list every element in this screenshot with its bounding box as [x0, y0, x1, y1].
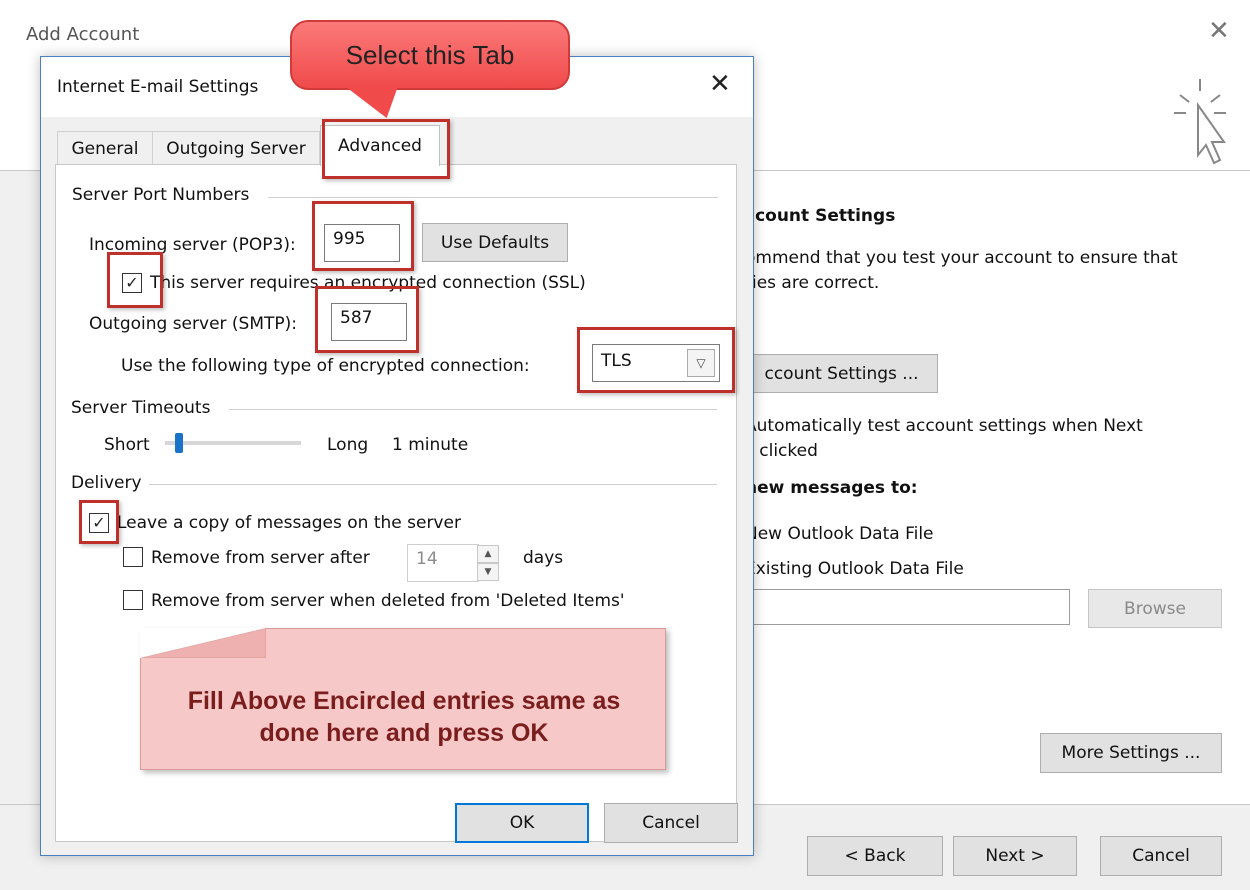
auto-test-text-line2: s clicked — [745, 441, 818, 461]
dialog-cancel-button[interactable]: Cancel — [604, 803, 738, 843]
data-file-path-input[interactable] — [745, 589, 1070, 625]
tab-general[interactable]: General — [57, 131, 153, 165]
dialog-title: Internet E-mail Settings — [57, 77, 259, 97]
highlight-leave-copy — [79, 500, 119, 544]
section-divider — [149, 484, 717, 485]
close-icon[interactable]: ✕ — [1208, 18, 1230, 44]
timeout-short-label: Short — [104, 435, 150, 455]
tab-outgoing-server[interactable]: Outgoing Server — [152, 131, 320, 165]
delivery-heading: Delivery — [71, 473, 142, 493]
server-timeouts-heading: Server Timeouts — [71, 398, 211, 418]
back-button[interactable]: < Back — [807, 836, 943, 876]
section-divider — [229, 409, 717, 410]
remove-after-label: Remove from server after — [151, 548, 370, 568]
cursor-click-icon — [1174, 79, 1226, 165]
timeout-slider-track[interactable] — [165, 441, 301, 445]
browse-button[interactable]: Browse — [1088, 589, 1222, 628]
remove-after-checkbox[interactable] — [123, 547, 143, 567]
instruction-line2: done here and press OK — [259, 719, 549, 747]
more-settings-button[interactable]: More Settings ... — [1040, 733, 1222, 773]
encryption-type-label: Use the following type of encrypted conn… — [121, 356, 530, 376]
wizard-cancel-button[interactable]: Cancel — [1100, 836, 1222, 876]
highlight-ssl-checkbox — [107, 252, 163, 308]
timeout-value: 1 minute — [392, 435, 469, 455]
spinner-up-icon[interactable]: ▲ — [477, 545, 499, 563]
server-port-numbers-heading: Server Port Numbers — [72, 185, 250, 205]
test-account-settings-button[interactable]: ccount Settings ... — [745, 354, 938, 393]
remove-deleted-label: Remove from server when deleted from 'De… — [151, 591, 625, 611]
section-divider — [268, 197, 718, 198]
next-button[interactable]: Next > — [953, 836, 1077, 876]
new-data-file-option[interactable]: New Outlook Data File — [745, 524, 934, 544]
highlight-advanced-tab — [322, 119, 450, 179]
highlight-outgoing-port — [315, 286, 419, 353]
highlight-encryption-type — [577, 327, 735, 393]
remove-deleted-checkbox[interactable] — [123, 590, 143, 610]
close-icon[interactable]: ✕ — [709, 71, 731, 97]
recommend-text-line1: ommend that you test your account to ens… — [745, 248, 1178, 268]
window-title: Add Account — [26, 24, 140, 45]
ok-button[interactable]: OK — [455, 803, 589, 843]
timeout-slider-thumb[interactable] — [174, 433, 183, 453]
deliver-heading: new messages to: — [745, 478, 918, 498]
remove-after-days-input[interactable]: 14 — [407, 544, 479, 582]
spinner-down-icon[interactable]: ▼ — [477, 563, 499, 581]
remove-after-days-spinner[interactable]: 14 ▲ ▼ — [407, 544, 501, 582]
instruction-line1: Fill Above Encircled entries same as — [187, 687, 621, 715]
outgoing-server-label: Outgoing server (SMTP): — [89, 314, 298, 334]
callout-fold-corner — [140, 628, 266, 658]
days-label: days — [523, 548, 564, 568]
use-defaults-button[interactable]: Use Defaults — [422, 223, 568, 262]
section-heading: ccount Settings — [745, 206, 896, 226]
highlight-incoming-port — [312, 201, 414, 271]
timeout-long-label: Long — [327, 435, 369, 455]
auto-test-text-line1: Automatically test account settings when… — [745, 416, 1143, 436]
existing-data-file-option[interactable]: Existing Outlook Data File — [745, 559, 964, 579]
content-gutter — [0, 171, 40, 804]
recommend-text-line2: ries are correct. — [745, 273, 880, 293]
select-tab-callout: Select this Tab — [290, 20, 570, 90]
leave-copy-label: Leave a copy of messages on the server — [117, 513, 461, 533]
